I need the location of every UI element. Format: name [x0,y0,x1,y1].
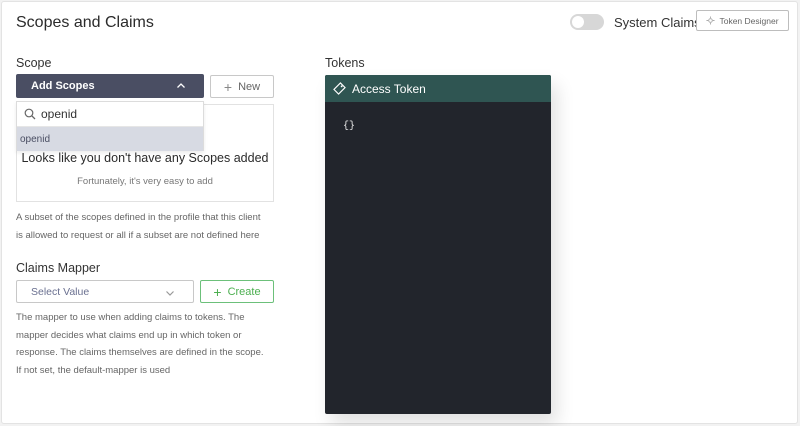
scope-search-input[interactable] [41,107,191,121]
system-claims-toggle[interactable] [570,14,604,30]
mapper-help-line: The mapper to use when adding claims to … [16,312,245,323]
add-scopes-button[interactable]: Add Scopes [16,74,204,98]
claims-mapper-value: Select Value [31,285,90,298]
scope-search [17,102,203,127]
add-scopes-label: Add Scopes [31,80,95,92]
create-mapper-label: Create [227,285,261,298]
scopes-claims-card: Scopes and Claims System Claims Token De… [1,1,798,424]
page-title: Scopes and Claims [16,14,154,31]
chevron-up-icon [177,83,185,88]
tokens-label: Tokens [325,56,365,70]
new-scope-button[interactable]: + New [210,75,274,98]
scope-label: Scope [16,56,52,70]
new-scope-label: New [238,80,261,93]
toggle-knob [572,16,584,28]
scope-help-text: A subset of the scopes defined in the pr… [16,209,281,244]
access-token-content: {} [343,121,356,132]
scope-dropdown: openid [16,101,204,151]
designer-icon [706,16,716,25]
plus-icon: + [213,283,222,300]
claims-mapper-select[interactable]: Select Value [16,280,194,303]
claims-mapper-help-text: The mapper to use when adding claims to … [16,309,281,379]
token-designer-label: Token Designer [719,15,779,26]
plus-icon: + [223,78,233,95]
empty-scopes-subtitle: Fortunately, it's very easy to add [77,176,213,187]
chevron-down-icon [166,291,174,296]
ticket-icon [333,82,346,95]
search-icon [24,108,36,120]
scope-help-line: is allowed to request or all if a subset… [16,229,260,241]
scope-help-line: A subset of the scopes defined in the pr… [16,212,261,223]
mapper-help-line: response. The claims themselves are defi… [16,347,264,358]
scope-option-openid[interactable]: openid [17,127,203,151]
system-claims-label: System Claims [614,15,701,30]
access-token-panel: Access Token {} [325,75,551,414]
token-designer-button[interactable]: Token Designer [696,10,789,31]
access-token-header[interactable]: Access Token [325,75,551,102]
mapper-help-line: If not set, the default-mapper is used [16,364,171,376]
claims-mapper-label: Claims Mapper [16,261,101,275]
empty-scopes-title: Looks like you don't have any Scopes add… [21,151,269,165]
access-token-title: Access Token [352,81,426,96]
mapper-help-line: mapper decides what claims end up in whi… [16,329,242,341]
create-mapper-button[interactable]: + Create [200,280,274,303]
